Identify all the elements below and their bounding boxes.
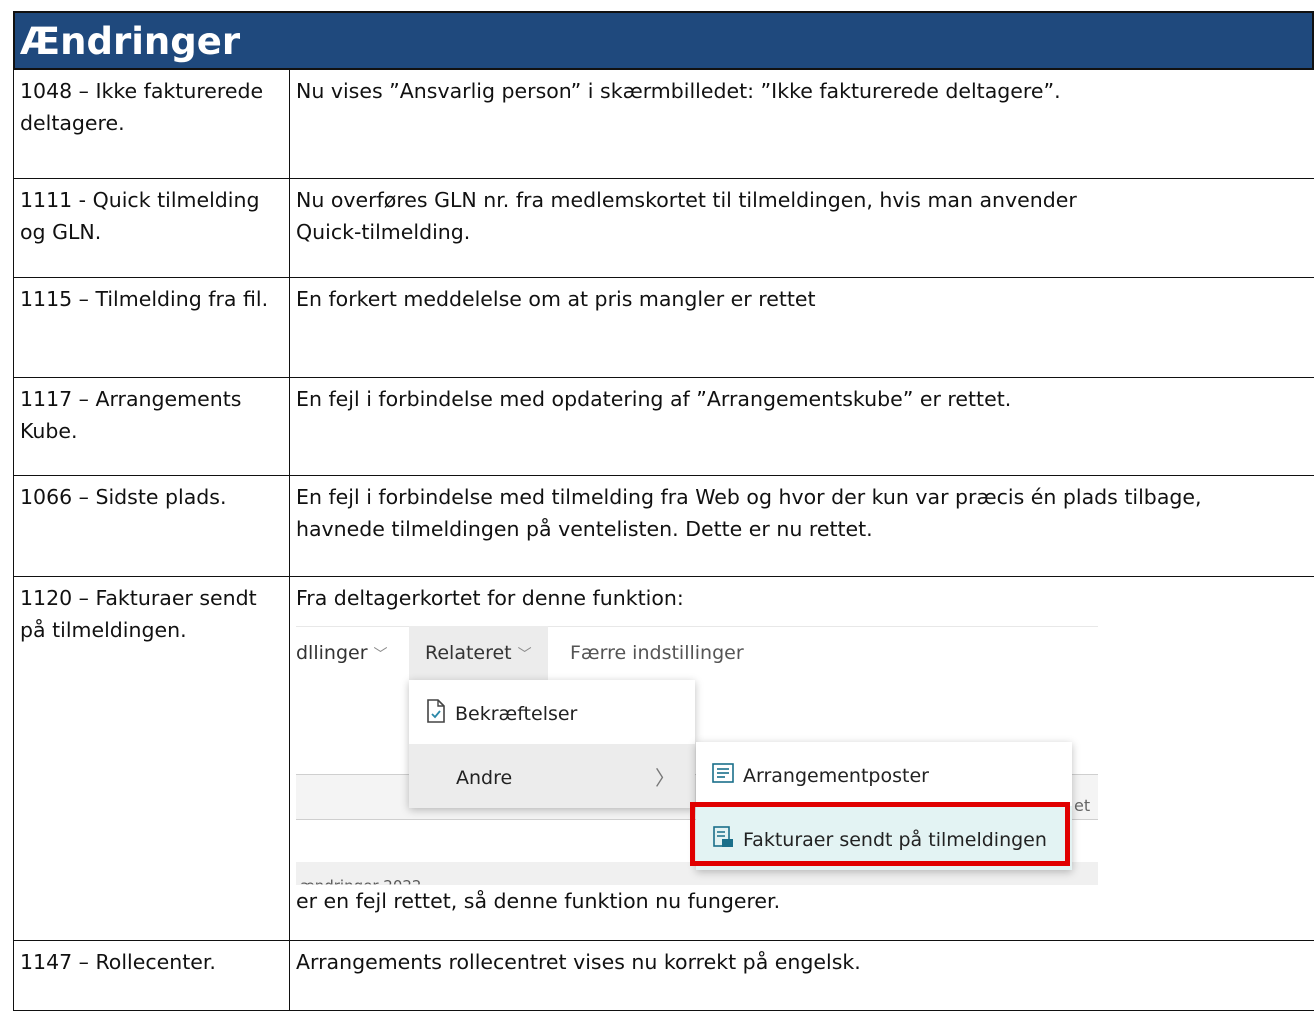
ledger-icon xyxy=(712,762,734,784)
menu-item-confirmations[interactable]: Bekræftelser xyxy=(409,680,695,744)
change-id: 1115 – Tilmelding fra fil. xyxy=(14,278,290,378)
section-title: Ændringer xyxy=(15,13,1312,64)
cut-text-fragment: ændringer 2022 xyxy=(300,870,421,885)
description-line: En fejl i forbindelse med tilmelding fra… xyxy=(296,481,1309,513)
change-description: Fra deltagerkortet for denne funktion: e… xyxy=(290,577,1314,941)
change-description: En forkert meddelelse om at pris mangler… xyxy=(290,278,1314,378)
menu-item-label: Relateret xyxy=(425,642,512,664)
change-id: 1066 – Sidste plads. xyxy=(14,476,290,577)
chevron-right-icon: 〉 xyxy=(655,762,675,794)
table-row: 1117 – Arrangements Kube. En fejl i forb… xyxy=(14,378,1314,476)
section-header: Ændringer xyxy=(13,11,1314,70)
related-dropdown: Bekræftelser Andre 〉 xyxy=(409,680,695,808)
embedded-screenshot: et ændringer 2022 dllinger ﹀ Relateret ﹀ F… xyxy=(296,622,1098,885)
change-id: 1117 – Arrangements Kube. xyxy=(14,378,290,476)
menu-item-related[interactable]: Relateret ﹀ xyxy=(409,626,548,680)
change-description: En fejl i forbindelse med tilmelding fra… xyxy=(290,476,1314,577)
change-id: 1048 – Ikke fakturerede deltagere. xyxy=(14,70,290,179)
table-row: 1111 - Quick tilmelding og GLN. Nu overf… xyxy=(14,179,1314,278)
change-id: 1120 – Fakturaer sendt på tilmeldingen. xyxy=(14,577,290,941)
description-line: Quick-tilmelding. xyxy=(296,216,1309,248)
document-icon xyxy=(426,699,446,723)
table-row: 1066 – Sidste plads. En fejl i forbindel… xyxy=(14,476,1314,577)
description-line: havnede tilmeldingen på ventelisten. Det… xyxy=(296,513,1309,545)
menu-item-arrangement-entries[interactable]: Arrangementposter xyxy=(696,742,1072,806)
menu-item-others[interactable]: Andre 〉 xyxy=(409,744,695,808)
change-id: 1147 – Rollecenter. xyxy=(14,941,290,1011)
table-row: 1120 – Fakturaer sendt på tilmeldingen. … xyxy=(14,577,1314,941)
changes-table: 1048 – Ikke fakturerede deltagere. Nu vi… xyxy=(13,69,1314,1011)
change-description: Nu overføres GLN nr. fra medlemskortet t… xyxy=(290,179,1314,278)
menu-item-label: Andre xyxy=(456,762,512,794)
cut-text-fragment: et xyxy=(1074,790,1090,822)
document-page: Ændringer 1048 – Ikke fakturerede deltag… xyxy=(0,0,1314,999)
menu-item-settings[interactable]: dllinger ﹀ xyxy=(296,626,388,680)
menu-item-label: Arrangementposter xyxy=(743,760,929,792)
change-description: En fejl i forbindelse med opdatering af … xyxy=(290,378,1314,476)
menu-item-label: Bekræftelser xyxy=(455,698,577,730)
table-row: 1048 – Ikke fakturerede deltagere. Nu vi… xyxy=(14,70,1314,179)
table-row: 1147 – Rollecenter. Arrangements rollece… xyxy=(14,941,1314,1011)
table-row: 1115 – Tilmelding fra fil. En forkert me… xyxy=(14,278,1314,378)
change-id: 1111 - Quick tilmelding og GLN. xyxy=(14,179,290,278)
menu-item-label: dllinger xyxy=(296,642,368,664)
highlight-box xyxy=(690,802,1070,866)
chevron-down-icon: ﹀ xyxy=(518,647,532,663)
description-line: er en fejl rettet, så denne funktion nu … xyxy=(296,885,1309,917)
change-description: Nu vises ”Ansvarlig person” i skærmbille… xyxy=(290,70,1314,179)
chevron-down-icon: ﹀ xyxy=(374,647,388,663)
description-line: Fra deltagerkortet for denne funktion: xyxy=(296,582,1309,614)
change-description: Arrangements rollecentret vises nu korre… xyxy=(290,941,1314,1011)
description-line: Nu overføres GLN nr. fra medlemskortet t… xyxy=(296,184,1309,216)
fewer-settings-button[interactable]: Færre indstillinger xyxy=(570,626,744,680)
